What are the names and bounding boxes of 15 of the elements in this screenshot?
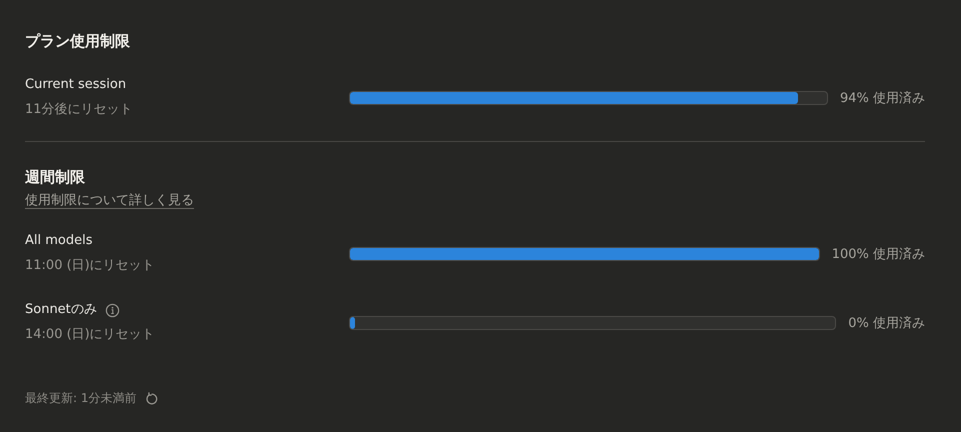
learn-more-link[interactable]: 使用制限について詳しく見る (25, 192, 194, 210)
refresh-icon[interactable] (144, 392, 158, 406)
usage-reading: 100% 使用済み (832, 246, 925, 262)
limit-label: Sonnetのみ (25, 301, 97, 319)
reset-time: 11分後にリセット (25, 101, 134, 119)
last-updated: 最終更新: 1分未満前 (25, 390, 136, 407)
section-title: 週間制限 (25, 167, 86, 188)
limit-label: All models (25, 232, 93, 250)
info-icon[interactable] (104, 302, 120, 318)
reset-time: 14:00 (日)にリセット (25, 326, 156, 344)
usage-reading: 0% 使用済み (848, 314, 925, 332)
usage-reading: 94% 使用済み (840, 90, 925, 106)
limit-label: Current session (25, 76, 126, 94)
reset-time: 11:00 (日)にリセット (25, 257, 156, 275)
section-title: プラン使用制限 (25, 31, 131, 52)
